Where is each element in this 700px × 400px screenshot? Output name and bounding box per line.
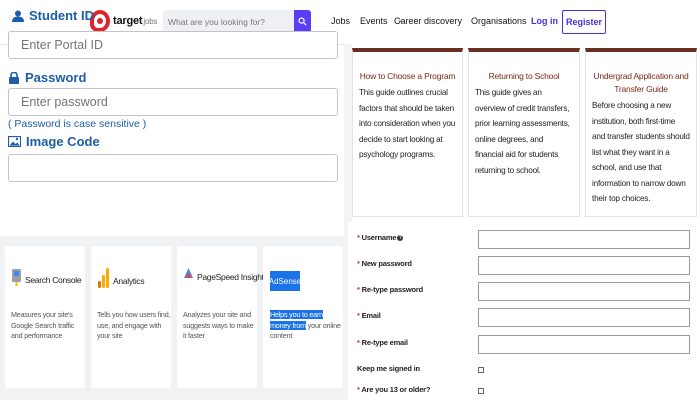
tool-description: Helps you to earn money from your online…: [270, 310, 341, 340]
guide-card-choose-program[interactable]: How to Choose a Program This guide outli…: [352, 48, 463, 217]
pagespeed-icon: [183, 267, 194, 286]
image-code-input[interactable]: [8, 154, 338, 182]
brand-logo[interactable]: targetjobs: [90, 9, 157, 33]
tool-card-analytics[interactable]: Analytics Tells you how users find, use,…: [91, 246, 171, 388]
password-input[interactable]: [8, 88, 338, 116]
keep-signed-in-checkbox[interactable]: [478, 367, 484, 373]
keep-signed-in-label: Keep me signed in: [357, 364, 420, 373]
password-case-note: ( Password is case sensitive ): [8, 118, 147, 130]
logo-text: targetjobs: [113, 15, 158, 27]
tool-card-search-console[interactable]: Search Console Measures your site's Goog…: [5, 246, 85, 388]
login-link[interactable]: Log in: [531, 16, 558, 26]
tool-name: Analytics: [113, 275, 145, 286]
guide-title[interactable]: Returning to School: [469, 70, 579, 83]
portal-id-input[interactable]: [8, 31, 338, 59]
image-icon: [8, 136, 21, 147]
analytics-icon: [97, 267, 110, 294]
help-icon[interactable]: ?: [397, 235, 404, 242]
adsense-logo: AdSense: [269, 271, 301, 291]
new-password-label: * New password: [357, 259, 412, 268]
tool-name: PageSpeed Insights: [197, 271, 268, 282]
guide-title[interactable]: Undergrad Application and Transfer Guide: [586, 70, 696, 96]
search-input[interactable]: [163, 10, 293, 33]
tool-card-adsense[interactable]: AdSense Helps you to earn money from you…: [263, 246, 343, 388]
guide-card-transfer-guide[interactable]: Undergrad Application and Transfer Guide…: [585, 48, 697, 217]
new-password-field[interactable]: [478, 256, 690, 275]
tool-name: Search Console: [25, 274, 82, 285]
tool-card-pagespeed-insights[interactable]: PageSpeed Insights Analyzes your site an…: [177, 246, 268, 388]
guide-card-returning-school[interactable]: Returning to School This guide gives an …: [468, 48, 580, 217]
user-icon: [12, 10, 24, 22]
tool-description: Measures your site's Google Search traff…: [11, 310, 75, 340]
retype-email-label: * Re-type email: [357, 338, 408, 347]
guide-title[interactable]: How to Choose a Program: [353, 70, 462, 83]
lock-icon: [8, 71, 20, 84]
password-label: Password: [8, 70, 86, 85]
image-code-label: Image Code: [8, 134, 100, 149]
username-label: * Username?: [357, 233, 404, 242]
nav-link-jobs[interactable]: Jobs: [331, 16, 350, 26]
guide-body: This guide outlines crucial factors that…: [359, 88, 456, 159]
retype-password-label: * Re-type password: [357, 285, 424, 294]
email-field[interactable]: [478, 308, 690, 327]
search-bar: [163, 10, 311, 33]
search-console-icon: [11, 267, 22, 292]
search-button[interactable]: [294, 10, 311, 33]
username-field[interactable]: [478, 230, 690, 249]
register-button[interactable]: Register: [562, 10, 606, 34]
age-checkbox[interactable]: [478, 388, 484, 394]
email-label: * Email: [357, 311, 381, 320]
retype-email-field[interactable]: [478, 335, 690, 354]
nav-link-events[interactable]: Events: [360, 16, 388, 26]
guide-body: Before choosing a new institution, both …: [592, 101, 690, 203]
nav-link-organisations[interactable]: Organisations: [471, 16, 527, 26]
chevron-down-icon: ⌄: [397, 17, 403, 24]
search-icon: [298, 17, 307, 26]
student-id-label: Student ID: [12, 8, 94, 23]
age-question-label: * Are you 13 or older?: [357, 385, 431, 394]
guide-body: This guide gives an overview of credit t…: [475, 88, 570, 175]
retype-password-field[interactable]: [478, 282, 690, 301]
tool-description: Tells you how users find, use, and engag…: [97, 310, 171, 340]
tool-description: Analyzes your site and suggests ways to …: [183, 310, 254, 340]
